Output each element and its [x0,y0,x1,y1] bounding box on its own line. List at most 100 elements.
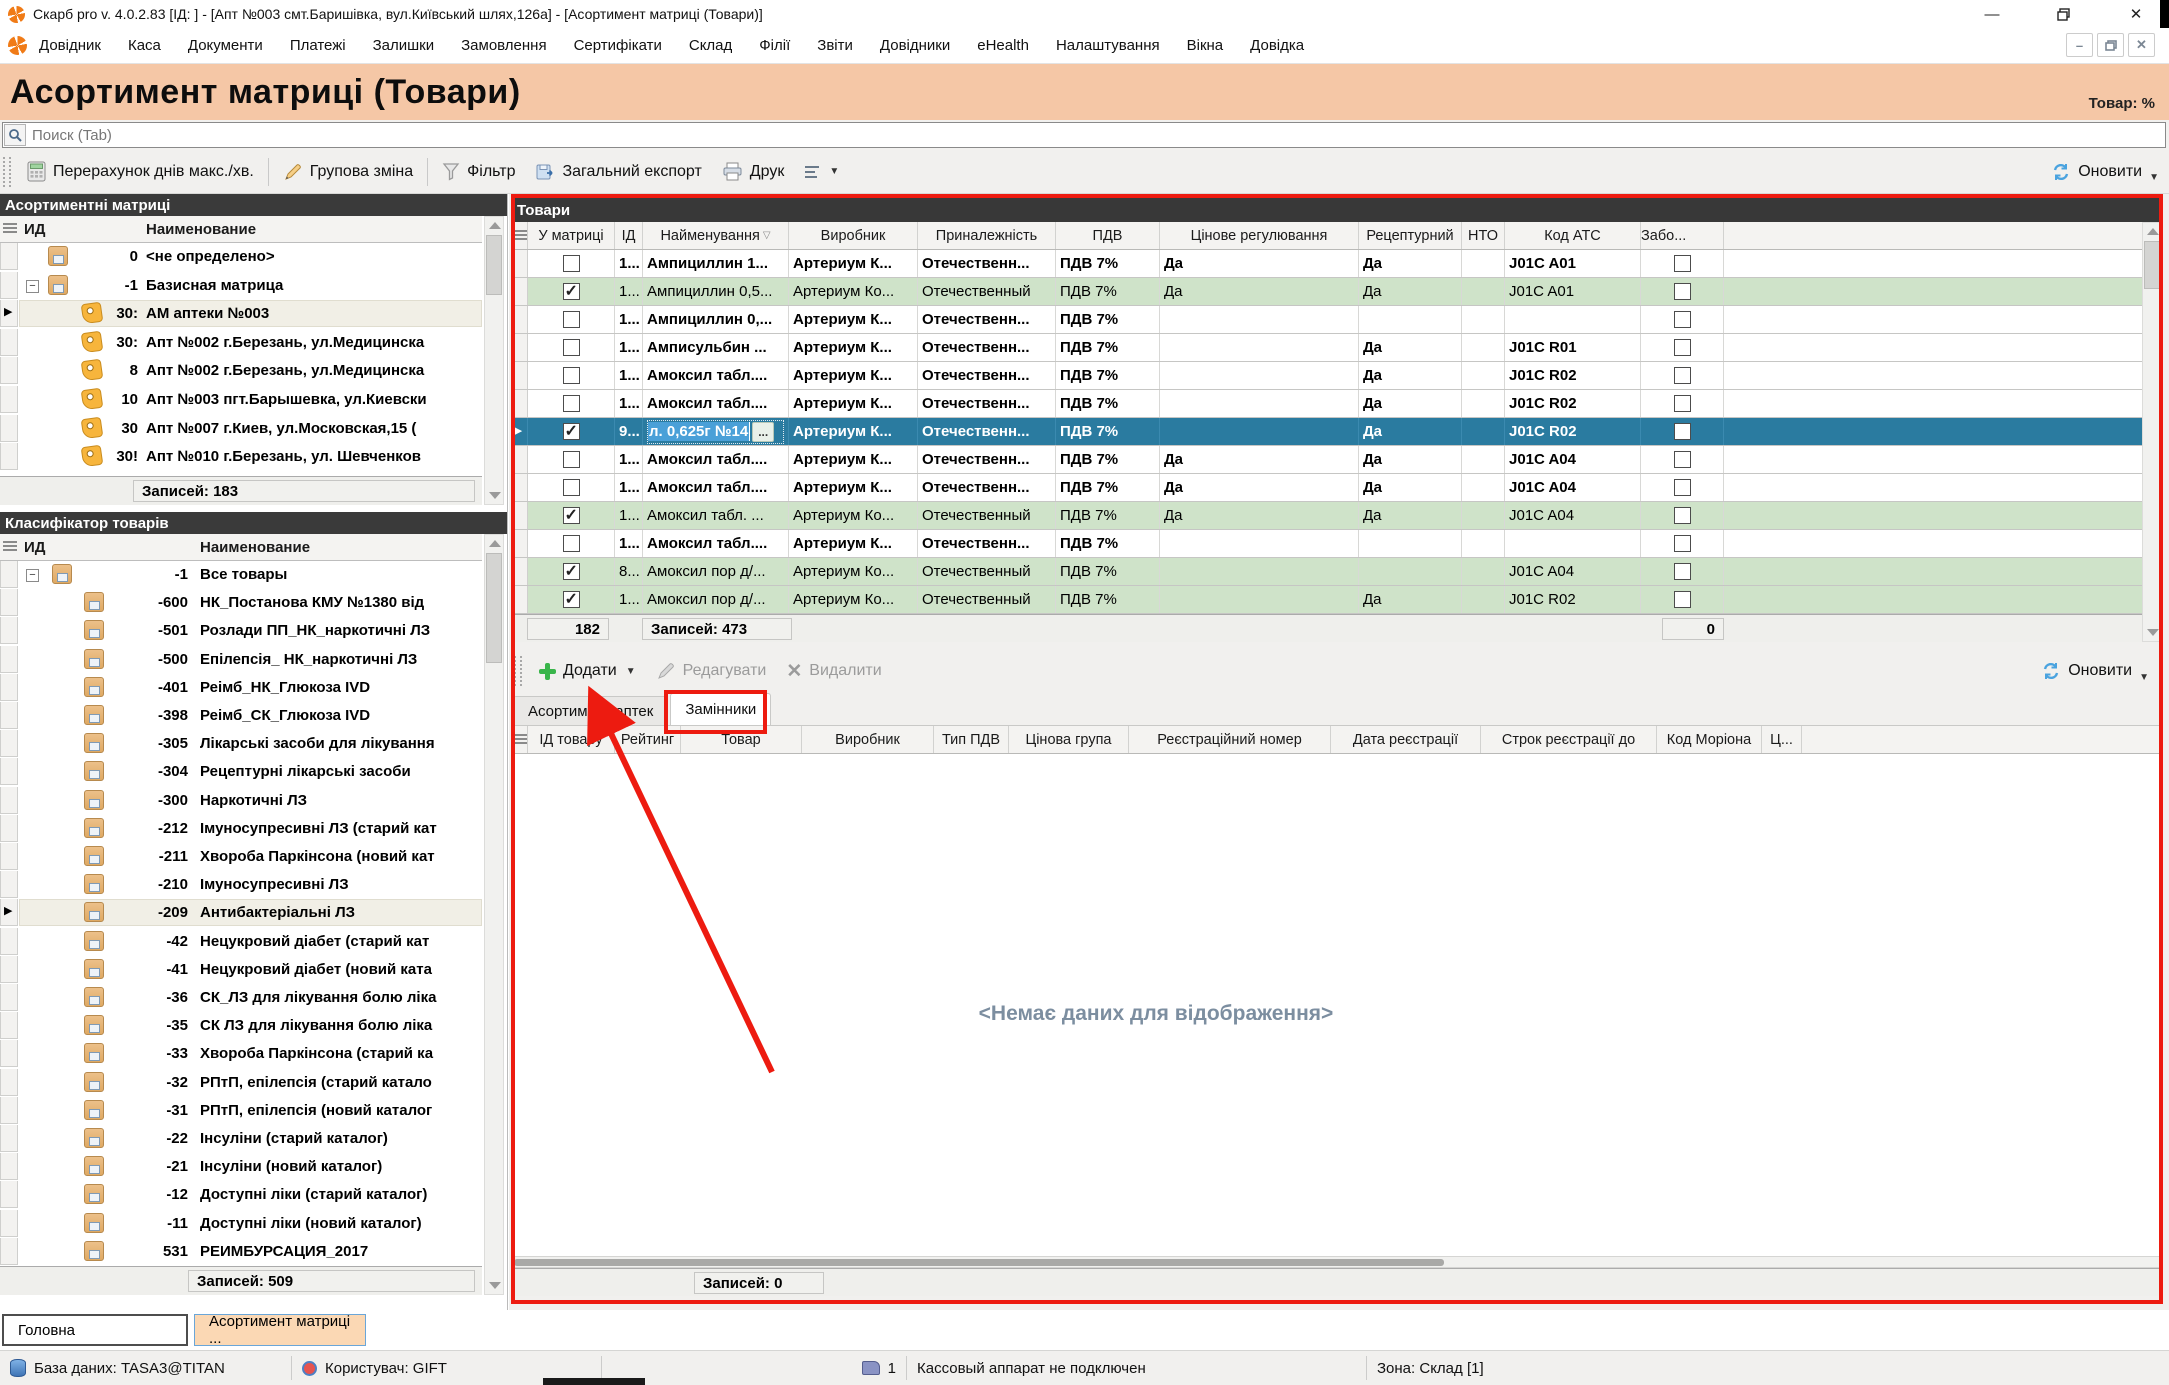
search-input[interactable]: Поиск (Tab) [2,122,2166,148]
recalc-days-button[interactable]: Перерахунок днів макс./хв. [17,155,264,189]
in-matrix-checkbox[interactable] [563,255,580,272]
product-row[interactable]: 1...Амоксил табл....Артериум К...Отечест… [511,446,2163,474]
classifier-scrollbar[interactable] [484,534,504,1295]
product-row[interactable]: 1...Амоксил табл. ...Артериум Ко...Отече… [511,502,2163,530]
tree-row[interactable]: -11Доступні ліки (новий каталог) [0,1210,482,1238]
tree-row[interactable]: -22Інсуліни (старий каталог) [0,1125,482,1153]
menu-item-платежі[interactable]: Платежі [290,37,346,54]
product-row[interactable]: 1...Ампициллин 0,...Артериум К...Отечест… [511,306,2163,334]
in-matrix-checkbox[interactable] [563,479,580,496]
tree-row[interactable]: -500Епілепсія_ НК_наркотичні ЛЗ [0,646,482,674]
tree-row[interactable]: -209Антибактеріальні ЛЗ [0,899,482,927]
menu-item-сертифікати[interactable]: Сертифікати [574,37,662,54]
forbidden-cell[interactable] [1641,530,1724,557]
tree-row[interactable]: -32РПтП, епілепсія (старий катало [0,1069,482,1097]
substitutes-column-header[interactable]: Строк реєстрації до [1481,726,1657,753]
matrices-grid-header[interactable]: ИД Наименование [0,216,482,243]
name-cell[interactable]: Ампициллин 0,... [643,306,789,333]
name-cell[interactable]: Амоксил табл. ... [643,502,789,529]
product-row[interactable]: 1...Ампициллин 1...Артериум К...Отечеств… [511,250,2163,278]
menu-item-філії[interactable]: Філії [759,37,790,54]
editor-ellipsis-button[interactable]: ... [752,422,774,442]
tree-row[interactable]: 30!Апт №010 г.Березань, ул. Шевченков [0,443,482,471]
tab-holovna[interactable]: Головна [2,1314,188,1346]
forbidden-cell[interactable] [1641,558,1724,585]
name-cell[interactable]: Амоксил пор д/... [643,558,789,585]
products-column-header[interactable]: Цінове регулювання [1160,222,1359,249]
substitutes-column-header[interactable]: Цінова група [1009,726,1129,753]
tree-row[interactable]: -41Нецукровий діабет (новий ката [0,956,482,984]
tab-asortyment-aptek[interactable]: Асортимент аптек [513,696,668,725]
substitutes-hscrollbar[interactable] [511,1256,2163,1268]
forbidden-checkbox[interactable] [1674,339,1691,356]
tree-row[interactable]: 10Апт №003 пгт.Барышевка, ул.Киевски [0,386,482,414]
in-matrix-checkbox[interactable] [563,591,580,608]
products-column-header[interactable]: Приналежність [918,222,1056,249]
menu-item-довідка[interactable]: Довідка [1250,37,1304,54]
mdi-restore-icon[interactable] [2097,33,2124,57]
name-cell[interactable]: Ампициллин 0,5... [643,278,789,305]
substitutes-column-header[interactable]: ІД товару [528,726,615,753]
forbidden-checkbox[interactable] [1674,507,1691,524]
menu-item-налаштування[interactable]: Налаштування [1056,37,1160,54]
tree-row[interactable]: -31РПтП, епілепсія (новий каталог [0,1097,482,1125]
classifier-grid-header[interactable]: ИД Наименование [0,534,482,561]
tree-row[interactable]: -398Реімб_СК_Глюкоза IVD [0,702,482,730]
tree-row[interactable]: -35СК ЛЗ для лікування болю ліка [0,1012,482,1040]
in-matrix-cell[interactable] [528,362,615,389]
col-id[interactable]: ИД [24,216,45,242]
tree-row[interactable]: 0<не определено> [0,243,482,271]
menu-item-вікна[interactable]: Вікна [1187,37,1224,54]
tree-row[interactable]: −-1Все товары [0,561,482,589]
menu-item-каса[interactable]: Каса [128,37,161,54]
forbidden-cell[interactable] [1641,446,1724,473]
sub-toolbar-grip[interactable] [514,656,522,686]
view-options-button[interactable]: ▼ [794,155,849,189]
tree-row[interactable]: 531РЕИМБУРСАЦИЯ_2017 [0,1238,482,1266]
forbidden-cell[interactable] [1641,250,1724,277]
column-chooser-icon[interactable] [3,221,17,235]
forbidden-cell[interactable] [1641,362,1724,389]
substitutes-column-header[interactable]: Товар [681,726,802,753]
menu-item-документи[interactable]: Документи [188,37,263,54]
tree-row[interactable]: -600НК_Постанова КМУ №1380 від [0,589,482,617]
name-cell[interactable]: Амоксил табл.... [643,446,789,473]
product-row[interactable]: 1...Амоксил табл....Артериум К...Отечест… [511,390,2163,418]
products-column-header[interactable]: У матриці [528,222,615,249]
name-cell[interactable]: Амоксил табл.... [643,530,789,557]
product-row[interactable]: 9...л. 0,625г №14...Артериум К...Отечест… [511,418,2163,446]
tree-row[interactable]: 30:АМ аптеки №003 [0,300,482,328]
name-cell[interactable]: л. 0,625г №14... [643,418,789,445]
forbidden-cell[interactable] [1641,502,1724,529]
forbidden-checkbox[interactable] [1674,535,1691,552]
in-matrix-cell[interactable] [528,334,615,361]
forbidden-checkbox[interactable] [1674,479,1691,496]
in-matrix-cell[interactable] [528,278,615,305]
matrices-scrollbar[interactable] [484,216,504,505]
refresh-button-bottom[interactable]: Оновити▼ [2041,661,2149,681]
substitutes-column-header[interactable]: Виробник [802,726,934,753]
in-matrix-cell[interactable] [528,474,615,501]
in-matrix-cell[interactable] [528,306,615,333]
tree-row[interactable]: -300Наркотичні ЛЗ [0,787,482,815]
tree-row[interactable]: -501Розлади ПП_НК_наркотичні ЛЗ [0,617,482,645]
mdi-close-icon[interactable]: ✕ [2128,33,2155,57]
substitutes-column-header[interactable]: Рейтинг [615,726,681,753]
in-matrix-checkbox[interactable] [563,507,580,524]
tree-row[interactable]: -12Доступні ліки (старий каталог) [0,1181,482,1209]
print-button[interactable]: Друк [712,155,795,189]
menu-item-довідники[interactable]: Довідники [880,37,950,54]
in-matrix-checkbox[interactable] [563,563,580,580]
product-row[interactable]: 8...Амоксил пор д/...Артериум Ко...Отече… [511,558,2163,586]
name-cell[interactable]: Ампициллин 1... [643,250,789,277]
tree-row[interactable]: -21Інсуліни (новий каталог) [0,1153,482,1181]
in-matrix-cell[interactable] [528,250,615,277]
substitutes-column-header[interactable]: Ц... [1762,726,1802,753]
tree-row[interactable]: 30:Апт №002 г.Березань, ул.Медицинска [0,329,482,357]
name-cell[interactable]: Амоксил пор д/... [643,586,789,613]
in-matrix-checkbox[interactable] [563,395,580,412]
menu-item-звіти[interactable]: Звіти [817,37,853,54]
in-matrix-checkbox[interactable] [563,367,580,384]
product-row[interactable]: 1...Ампициллин 0,5...Артериум Ко...Отече… [511,278,2163,306]
forbidden-checkbox[interactable] [1674,563,1691,580]
